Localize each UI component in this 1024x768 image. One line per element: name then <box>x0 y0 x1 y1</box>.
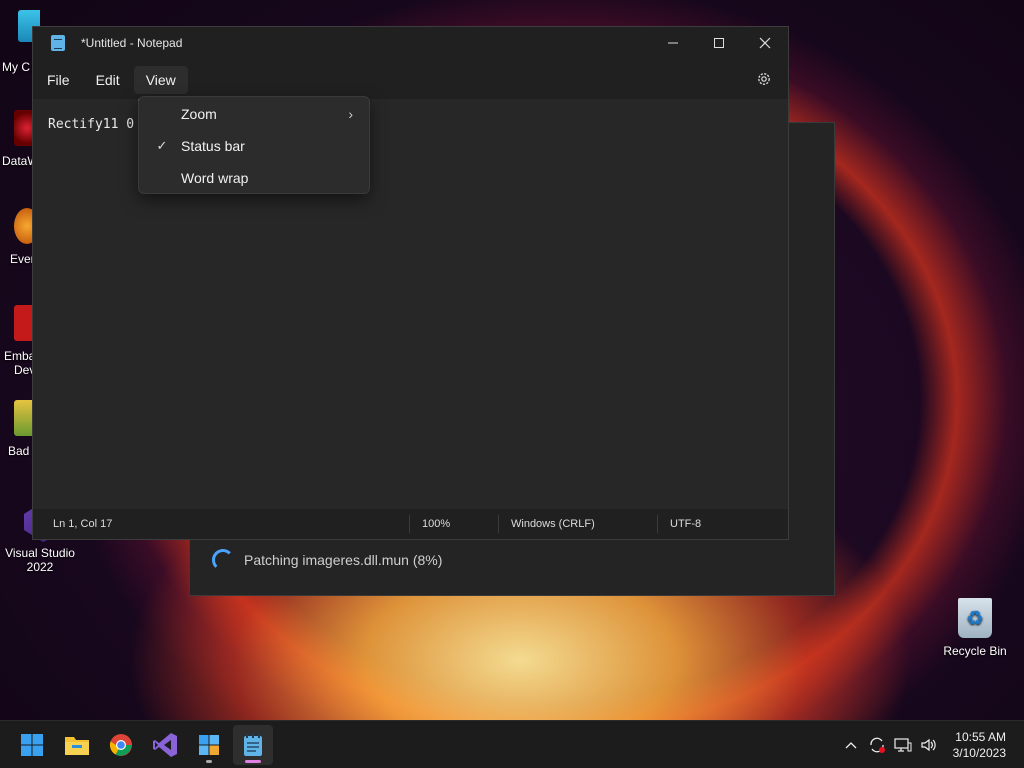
menu-view[interactable]: View <box>133 66 188 94</box>
taskbar-visual-studio[interactable] <box>145 725 185 765</box>
menu-item-word-wrap[interactable]: Word wrap <box>143 163 367 193</box>
running-indicator <box>206 760 212 763</box>
status-line-ending: Windows (CRLF) <box>511 518 595 530</box>
installer-status-text: Patching imageres.dll.mun (8%) <box>244 552 443 568</box>
installer-icon <box>199 735 219 755</box>
menu-file[interactable]: File <box>35 66 82 94</box>
menu-edit[interactable]: Edit <box>84 66 132 94</box>
menu-bar: File Edit View <box>33 65 788 95</box>
folder-icon <box>65 737 89 755</box>
recycle-bin-icon: ♻ <box>958 598 992 638</box>
network-button[interactable] <box>891 733 915 757</box>
network-icon <box>894 738 912 752</box>
installer-status: Patching imageres.dll.mun (8%) <box>212 549 442 571</box>
sync-status-button[interactable] <box>865 733 889 757</box>
view-menu-dropdown: Zoom › ✓ Status bar Word wrap <box>138 96 370 194</box>
system-tray: 10:55 AM 3/10/2023 <box>839 721 1024 768</box>
active-indicator <box>245 760 261 763</box>
notepad-icon <box>51 35 65 51</box>
taskbar-chrome[interactable] <box>101 725 141 765</box>
taskbar-notepad[interactable] <box>233 725 273 765</box>
minimize-icon <box>668 42 678 44</box>
maximize-icon <box>714 38 724 48</box>
chrome-icon <box>109 734 132 756</box>
volume-icon <box>921 738 936 752</box>
maximize-button[interactable] <box>696 27 742 59</box>
visual-studio-icon <box>153 733 177 757</box>
status-bar: Ln 1, Col 17 100% Windows (CRLF) UTF-8 <box>33 509 788 539</box>
window-title: *Untitled - Notepad <box>81 36 183 50</box>
close-button[interactable] <box>742 27 788 59</box>
menu-item-label: Word wrap <box>181 170 249 186</box>
taskbar-clock[interactable]: 10:55 AM 3/10/2023 <box>953 729 1006 761</box>
editor-content[interactable]: Rectify11 0 <box>48 117 134 132</box>
chevron-up-icon <box>845 742 857 749</box>
start-button[interactable] <box>12 725 52 765</box>
desktop-icon-label: Recycle Bin <box>943 644 1007 658</box>
menu-item-label: Zoom <box>181 106 217 122</box>
desktop-icon-label: Visual Studio <box>5 546 75 560</box>
taskbar: 10:55 AM 3/10/2023 <box>0 720 1024 768</box>
title-bar[interactable]: *Untitled - Notepad <box>33 27 788 59</box>
sync-icon <box>869 737 885 753</box>
status-zoom: 100% <box>422 518 451 530</box>
window-controls <box>650 27 788 59</box>
taskbar-file-explorer[interactable] <box>57 725 97 765</box>
windows-logo-icon <box>21 734 43 756</box>
progress-spinner-icon <box>212 549 234 571</box>
chevron-right-icon: › <box>348 106 353 122</box>
volume-button[interactable] <box>917 733 941 757</box>
check-icon: ✓ <box>156 138 168 153</box>
minimize-button[interactable] <box>650 27 696 59</box>
taskbar-rectify11-installer[interactable] <box>189 725 229 765</box>
status-encoding: UTF-8 <box>670 518 702 530</box>
menu-item-status-bar[interactable]: ✓ Status bar <box>143 131 367 161</box>
settings-button[interactable] <box>754 69 774 89</box>
clock-time: 10:55 AM <box>955 730 1006 744</box>
menu-item-zoom[interactable]: Zoom › <box>143 99 367 129</box>
desktop-icon-label-line2: 2022 <box>26 560 54 574</box>
close-icon <box>759 37 771 49</box>
desktop-icon-recycle-bin[interactable]: ♻ Recycle Bin <box>935 598 1015 658</box>
gear-icon <box>758 73 770 85</box>
status-position: Ln 1, Col 17 <box>53 518 113 530</box>
clock-date: 3/10/2023 <box>952 746 1006 760</box>
show-hidden-icons-button[interactable] <box>839 733 863 757</box>
notepad-icon <box>244 734 262 756</box>
menu-item-label: Status bar <box>181 138 245 154</box>
